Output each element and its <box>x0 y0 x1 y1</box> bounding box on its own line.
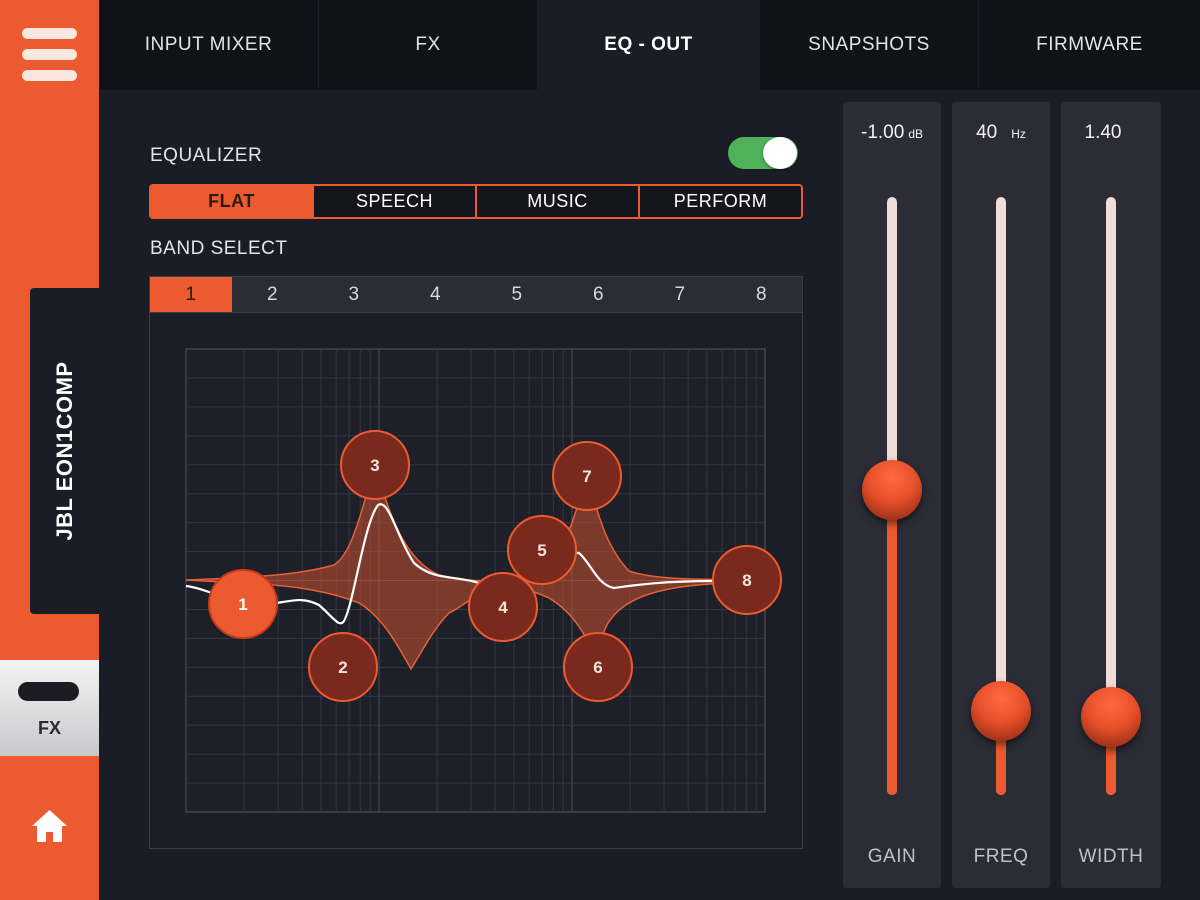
fx-sidebar-button[interactable]: FX <box>0 660 99 756</box>
freq-slider-panel: 40 Hz FREQ <box>952 102 1050 888</box>
eq-node-label: 1 <box>238 595 247 614</box>
gain-slider-fill <box>887 490 897 795</box>
eq-node-5[interactable]: 5 <box>507 515 577 585</box>
equalizer-toggle[interactable] <box>728 137 798 169</box>
sidebar: JBL EON1COMP FX <box>0 0 99 900</box>
tab-eq-out[interactable]: EQ - OUT <box>538 0 759 90</box>
preset-selector: FLAT SPEECH MUSIC PERFORM <box>149 184 803 219</box>
gain-readout: -1.00 dB <box>843 122 941 144</box>
equalizer-title: EQUALIZER <box>150 145 263 166</box>
top-tab-bar: INPUT MIXER FX EQ - OUT SNAPSHOTS FIRMWA… <box>99 0 1200 90</box>
preset-flat[interactable]: FLAT <box>151 186 312 217</box>
eq-node-4[interactable]: 4 <box>468 572 538 642</box>
preset-perform[interactable]: PERFORM <box>638 186 801 217</box>
freq-readout: 40 Hz <box>952 122 1050 144</box>
tab-fx[interactable]: FX <box>319 0 537 90</box>
hamburger-icon-bar <box>22 49 77 60</box>
width-readout: 1.40 <box>1053 122 1153 144</box>
fx-indicator <box>18 682 79 701</box>
band-6[interactable]: 6 <box>558 277 640 312</box>
device-name: JBL EON1COMP <box>51 361 77 541</box>
eq-node-label: 5 <box>537 541 546 560</box>
band-2[interactable]: 2 <box>232 277 314 312</box>
band-5[interactable]: 5 <box>476 277 558 312</box>
eq-node-1[interactable]: 1 <box>208 569 278 639</box>
preset-music[interactable]: MUSIC <box>475 186 638 217</box>
width-slider-thumb[interactable] <box>1081 687 1141 748</box>
eq-node-label: 3 <box>370 456 379 475</box>
width-value: 1.40 <box>1084 122 1122 143</box>
band-3[interactable]: 3 <box>313 277 395 312</box>
fx-sidebar-label: FX <box>37 718 61 738</box>
hamburger-icon-bar <box>22 70 77 81</box>
eq-node-8[interactable]: 8 <box>712 545 782 615</box>
menu-button[interactable] <box>22 28 77 84</box>
hamburger-icon <box>22 28 77 39</box>
eq-node-label: 4 <box>498 598 508 617</box>
freq-slider-thumb[interactable] <box>971 681 1031 742</box>
band-7[interactable]: 7 <box>639 277 721 312</box>
band-4[interactable]: 4 <box>395 277 477 312</box>
gain-value: -1.00 <box>861 122 905 143</box>
eq-node-6[interactable]: 6 <box>563 632 633 702</box>
device-tab[interactable]: JBL EON1COMP <box>30 288 99 614</box>
band-8[interactable]: 8 <box>721 277 803 312</box>
eq-graph[interactable]: 1 2 3 4 5 6 7 8 <box>149 313 803 849</box>
freq-value: 40 <box>976 122 998 143</box>
preset-speech[interactable]: SPEECH <box>312 186 475 217</box>
freq-label: FREQ <box>973 846 1029 867</box>
eq-node-label: 6 <box>593 658 602 677</box>
band-select-title: BAND SELECT <box>150 238 288 259</box>
eq-node-7[interactable]: 7 <box>552 441 622 511</box>
band-1[interactable]: 1 <box>150 277 232 312</box>
tab-input-mixer[interactable]: INPUT MIXER <box>99 0 318 90</box>
home-button[interactable] <box>31 808 68 844</box>
eq-node-label: 8 <box>742 571 751 590</box>
width-label: WIDTH <box>1078 846 1144 867</box>
toggle-knob <box>763 137 797 169</box>
tab-snapshots[interactable]: SNAPSHOTS <box>760 0 978 90</box>
band-selector: 1 2 3 4 5 6 7 8 <box>149 276 803 313</box>
eq-node-label: 7 <box>582 467 591 486</box>
eq-node-label: 2 <box>338 658 347 677</box>
gain-unit: dB <box>908 127 923 141</box>
eq-node-2[interactable]: 2 <box>308 632 378 702</box>
width-slider-panel: 1.40 WIDTH <box>1061 102 1161 888</box>
eq-node-3[interactable]: 3 <box>340 430 410 500</box>
gain-slider-thumb[interactable] <box>862 460 922 521</box>
tab-firmware[interactable]: FIRMWARE <box>979 0 1200 90</box>
gain-label: GAIN <box>867 846 917 867</box>
freq-unit: Hz <box>1011 127 1026 141</box>
home-icon <box>32 810 67 842</box>
gain-slider-panel: -1.00 dB GAIN <box>843 102 941 888</box>
